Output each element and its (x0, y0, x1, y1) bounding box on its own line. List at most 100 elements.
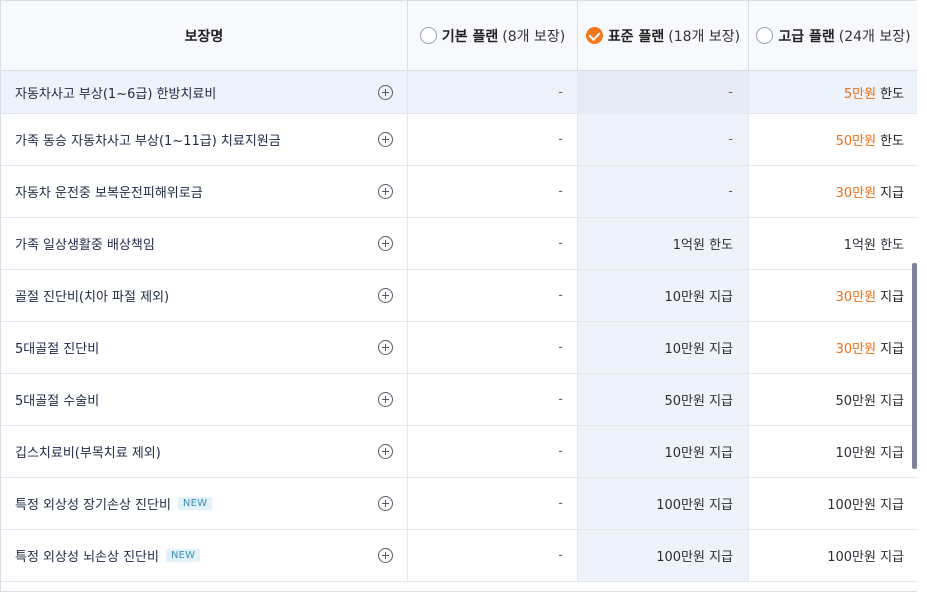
premium-plan-highlight-value: 30만원 (835, 186, 877, 201)
premium-plan-highlight-value: 30만원 (835, 342, 877, 357)
premium-plan-cell: 30만원 지급 (748, 166, 917, 217)
basic-plan-value: - (558, 184, 563, 199)
coverage-name: 가족 동승 자동차사고 부상(1~11급) 치료지원금 (15, 134, 281, 149)
plus-circle-icon[interactable] (378, 184, 393, 199)
coverage-name-cell: 골절 진단비(치아 파절 제외) (1, 270, 407, 321)
basic-plan-value: - (558, 496, 563, 511)
coverage-name: 자동차사고 부상(1~6급) 한방치료비 (15, 86, 217, 102)
premium-plan-cell: 30만원 지급 (748, 270, 917, 321)
plus-circle-icon[interactable] (378, 288, 393, 303)
table-row: 가족 동승 자동차사고 부상(1~11급) 치료지원금 - -50만원 한도 (1, 114, 917, 166)
premium-plan-unit: 지급 (880, 290, 904, 305)
coverage-name-wrap: 가족 동승 자동차사고 부상(1~11급) 치료지원금 (15, 130, 281, 149)
basic-plan-value: - (558, 340, 563, 355)
coverage-name: 자동차 운전중 보복운전피해위로금 (15, 186, 203, 201)
radio-empty-icon[interactable] (419, 27, 437, 44)
premium-plan-unit: 한도 (880, 86, 904, 102)
coverage-name: 깁스치료비(부목치료 제외) (15, 446, 161, 461)
coverage-name-cell: 5대골절 진단비 (1, 322, 407, 373)
plan-basic-title: 기본 플랜 (441, 28, 499, 45)
standard-plan-value: - (728, 84, 733, 100)
basic-plan-cell: - (407, 218, 577, 269)
premium-plan-highlight-value: 30만원 (835, 290, 877, 305)
coverage-name-wrap: 5대골절 수술비 (15, 390, 99, 409)
plus-circle-icon[interactable] (378, 496, 393, 511)
coverage-name: 5대골절 수술비 (15, 394, 100, 409)
check-circle-icon[interactable] (585, 27, 603, 44)
plus-circle-icon[interactable] (378, 444, 393, 459)
basic-plan-value: - (558, 84, 563, 100)
table-row: 깁스치료비(부목치료 제외) - 10만원 지급 10만원 지급 (1, 426, 917, 478)
coverage-name-cell: 깁스치료비(부목치료 제외) (1, 426, 407, 477)
standard-plan-value: - (728, 184, 733, 199)
standard-plan-cell: 100만원 지급 (577, 530, 748, 581)
standard-plan-cell: 100만원 지급 (577, 478, 748, 529)
plus-circle-icon[interactable] (378, 548, 393, 563)
coverage-name-wrap: 가족 일상생활중 배상책임 (15, 234, 155, 253)
coverage-name-wrap: 골절 진단비(치아 파절 제외) (15, 286, 169, 305)
plus-circle-icon[interactable] (378, 392, 393, 407)
standard-plan-value: 10만원 지급 (664, 446, 733, 461)
coverage-name-wrap: 특정 외상성 뇌손상 진단비 NEW (15, 546, 201, 565)
premium-plan-value: 10만원 지급 (835, 446, 904, 461)
coverage-comparison-table: 보장명 기본 플랜 (8개 보장) 표준 플랜 (18개 보장) 고급 플랜 (… (0, 0, 917, 592)
coverage-name-wrap: 특정 외상성 장기손상 진단비 NEW (15, 494, 213, 513)
plus-circle-icon[interactable] (378, 84, 393, 100)
basic-plan-value: - (558, 288, 563, 303)
premium-plan-cell: 100만원 지급 (748, 478, 917, 529)
plan-standard-count: (18개 보장) (668, 28, 741, 45)
standard-plan-value: - (728, 132, 733, 147)
premium-plan-cell: 30만원 지급 (748, 322, 917, 373)
coverage-name: 특정 외상성 장기손상 진단비 (15, 498, 171, 513)
premium-plan-value: 1억원 한도 (843, 238, 904, 253)
premium-plan-value: 100만원 지급 (827, 498, 904, 513)
premium-plan-unit: 지급 (880, 186, 904, 201)
premium-plan-unit: 한도 (880, 134, 904, 149)
premium-plan-cell: 50만원 지급 (748, 374, 917, 425)
plan-basic-count: (8개 보장) (502, 28, 566, 45)
coverage-name-header: 보장명 (1, 1, 407, 70)
table-row: 특정 외상성 장기손상 진단비 NEW - 100만원 지급 100만원 지급 (1, 478, 917, 530)
plan-premium-option[interactable]: 고급 플랜 (24개 보장) (748, 1, 917, 70)
new-badge: NEW (165, 549, 201, 562)
standard-plan-cell: 10만원 지급 (577, 270, 748, 321)
radio-empty-icon[interactable] (756, 27, 774, 44)
coverage-name-cell: 가족 동승 자동차사고 부상(1~11급) 치료지원금 (1, 114, 407, 165)
coverage-name: 특정 외상성 뇌손상 진단비 (15, 550, 159, 565)
coverage-name-header-label: 보장명 (184, 28, 224, 45)
coverage-name-cell: 가족 일상생활중 배상책임 (1, 218, 407, 269)
coverage-name-wrap: 5대골절 진단비 (15, 338, 99, 357)
plan-standard-option[interactable]: 표준 플랜 (18개 보장) (577, 1, 748, 70)
plan-basic-option[interactable]: 기본 플랜 (8개 보장) (407, 1, 577, 70)
table-row: 자동차사고 부상(1~6급) 한방치료비 - - 5만원 한도 (1, 71, 917, 114)
premium-plan-cell: 10만원 지급 (748, 426, 917, 477)
basic-plan-cell: - (407, 478, 577, 529)
basic-plan-cell: - (407, 71, 577, 113)
standard-plan-value: 100만원 지급 (656, 550, 733, 565)
coverage-name-cell: 특정 외상성 뇌손상 진단비 NEW (1, 530, 407, 581)
plan-standard-title: 표준 플랜 (607, 28, 665, 45)
standard-plan-cell: 10만원 지급 (577, 426, 748, 477)
table-row: 5대골절 수술비 - 50만원 지급 50만원 지급 (1, 374, 917, 426)
plus-circle-icon[interactable] (378, 340, 393, 355)
table-row: 골절 진단비(치아 파절 제외) - 10만원 지급 30만원 지급 (1, 270, 917, 322)
plus-circle-icon[interactable] (378, 236, 393, 251)
coverage-name-wrap: 자동차사고 부상(1~6급) 한방치료비 (15, 83, 216, 102)
standard-plan-value: 10만원 지급 (664, 290, 733, 305)
basic-plan-cell: - (407, 270, 577, 321)
coverage-name-wrap: 자동차 운전중 보복운전피해위로금 (15, 182, 203, 201)
table-header: 보장명 기본 플랜 (8개 보장) 표준 플랜 (18개 보장) 고급 플랜 (… (1, 1, 917, 71)
table-body: 자동차사고 부상(1~6급) 한방치료비 - -5만원 한도 가족 동승 자동차사고 부… (1, 71, 917, 582)
basic-plan-cell: - (407, 166, 577, 217)
coverage-name-wrap: 깁스치료비(부목치료 제외) (15, 442, 161, 461)
premium-plan-cell: 1억원 한도 (748, 218, 917, 269)
premium-plan-cell: 100만원 지급 (748, 530, 917, 581)
premium-plan-value: 50만원 지급 (835, 394, 904, 409)
scrollbar-thumb[interactable] (912, 263, 917, 469)
coverage-name-cell: 자동차사고 부상(1~6급) 한방치료비 (1, 71, 407, 113)
plus-circle-icon[interactable] (378, 132, 393, 147)
standard-plan-cell: - (577, 114, 748, 165)
standard-plan-value: 100만원 지급 (656, 498, 733, 513)
premium-plan-highlight-value: 5만원 (843, 86, 877, 102)
standard-plan-cell: 10만원 지급 (577, 322, 748, 373)
